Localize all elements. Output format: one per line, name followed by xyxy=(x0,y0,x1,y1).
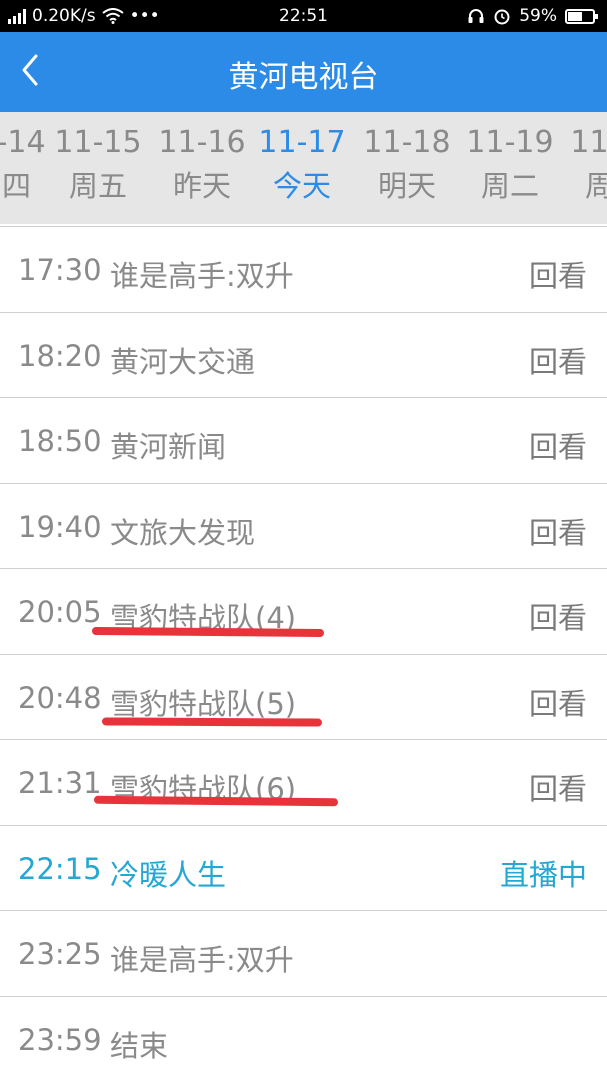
date-tab-date: 11-17 xyxy=(258,125,346,160)
page-title: 黄河电视台 xyxy=(228,60,379,95)
date-tab-date: 11-16 xyxy=(158,125,246,160)
program-title: 文旅大发现 xyxy=(110,515,256,550)
replay-button[interactable]: 回看 xyxy=(529,339,587,381)
program-row[interactable]: 23:59 结束 xyxy=(0,997,607,1080)
program-title: 谁是高手:双升 xyxy=(110,943,294,977)
program-title: 黄河大交通 xyxy=(110,344,256,379)
date-strip[interactable]: 11-14周四11-15周五11-16昨天11-17今天11-18明天11-19… xyxy=(0,112,607,224)
program-time: 20:05 xyxy=(18,595,102,629)
replay-button[interactable]: 回看 xyxy=(529,681,587,723)
program-title: 谁是高手:双升 xyxy=(110,259,294,293)
program-row[interactable]: 18:20 黄河大交通 回看 xyxy=(0,313,607,398)
replay-button[interactable]: 回看 xyxy=(529,766,587,808)
date-tab-weekday: 明天 xyxy=(377,169,436,203)
battery-level xyxy=(568,11,583,21)
program-time: 22:15 xyxy=(18,851,102,886)
program-row[interactable]: 20:48 雪豹特战队(5) 回看 xyxy=(0,655,607,740)
program-row[interactable]: 19:40 文旅大发现 回看 xyxy=(0,484,607,569)
program-time: 20:48 xyxy=(18,680,102,715)
date-tab-weekday: 周二 xyxy=(480,169,539,203)
date-tab-11-20[interactable]: 11-20 周三 xyxy=(562,122,607,208)
date-tab-date: 11-20 xyxy=(570,125,607,160)
replay-button[interactable]: 回看 xyxy=(529,510,587,552)
replay-button[interactable]: 回看 xyxy=(529,595,587,637)
date-tab-11-18[interactable]: 11-18 明天 xyxy=(355,122,459,208)
replay-button[interactable]: 回看 xyxy=(529,253,587,295)
date-tab-weekday: 周三 xyxy=(584,169,607,203)
date-tab-11-15[interactable]: 11-15 周五 xyxy=(46,122,150,208)
program-time: 23:59 xyxy=(18,1022,102,1057)
date-tab-weekday: 周五 xyxy=(68,169,127,203)
program-time: 18:20 xyxy=(18,338,102,373)
alarm-icon xyxy=(494,9,510,25)
program-row[interactable]: 20:05 雪豹特战队(4) 回看 xyxy=(0,569,607,655)
program-row[interactable]: 23:25 谁是高手:双升 xyxy=(0,911,607,997)
program-row-live[interactable]: 22:15 冷暖人生 直播中 xyxy=(0,826,607,911)
date-tab-date: 11-19 xyxy=(466,125,554,160)
live-now-label: 直播中 xyxy=(499,857,587,892)
program-time: 23:25 xyxy=(18,937,102,971)
date-tab-11-17[interactable]: 11-17 今天 xyxy=(250,122,354,208)
program-list: 17:30 谁是高手:双升 回看 18:20 黄河大交通 回看 18:50 黄河新闻 回看 19:… xyxy=(0,226,607,1080)
program-title: 雪豹特战队(5) xyxy=(110,686,297,721)
program-title: 冷暖人生 xyxy=(110,857,227,892)
battery-icon xyxy=(565,8,598,24)
program-row[interactable]: 17:30 谁是高手:双升 回看 xyxy=(0,227,607,313)
date-tab-weekday: 昨天 xyxy=(172,169,231,203)
program-time: 17:30 xyxy=(18,253,102,287)
annotation-underline xyxy=(101,717,323,727)
status-bar: 0.20K/s ••• 22:51 59% xyxy=(0,0,607,32)
date-tab-date: 11-18 xyxy=(363,125,451,160)
program-time: 19:40 xyxy=(18,509,102,544)
date-tab-date: 11-15 xyxy=(54,125,142,160)
date-tab-11-16[interactable]: 11-16 昨天 xyxy=(150,122,254,208)
headset-icon xyxy=(468,9,484,23)
app-header: 黄河电视台 xyxy=(0,32,607,112)
date-tab-weekday: 今天 xyxy=(272,169,331,203)
replay-button[interactable]: 回看 xyxy=(529,424,587,466)
program-title: 黄河新闻 xyxy=(110,430,227,464)
program-time: 18:50 xyxy=(18,424,102,458)
program-row[interactable]: 18:50 黄河新闻 回看 xyxy=(0,398,607,484)
date-tab-11-19[interactable]: 11-19 周二 xyxy=(458,122,562,208)
program-title: 结束 xyxy=(110,1028,169,1063)
status-right: 59% xyxy=(467,6,598,26)
program-row[interactable]: 21:31 雪豹特战队(6) 回看 xyxy=(0,740,607,826)
program-time: 21:31 xyxy=(18,766,102,800)
battery-percent: 59% xyxy=(519,6,557,26)
